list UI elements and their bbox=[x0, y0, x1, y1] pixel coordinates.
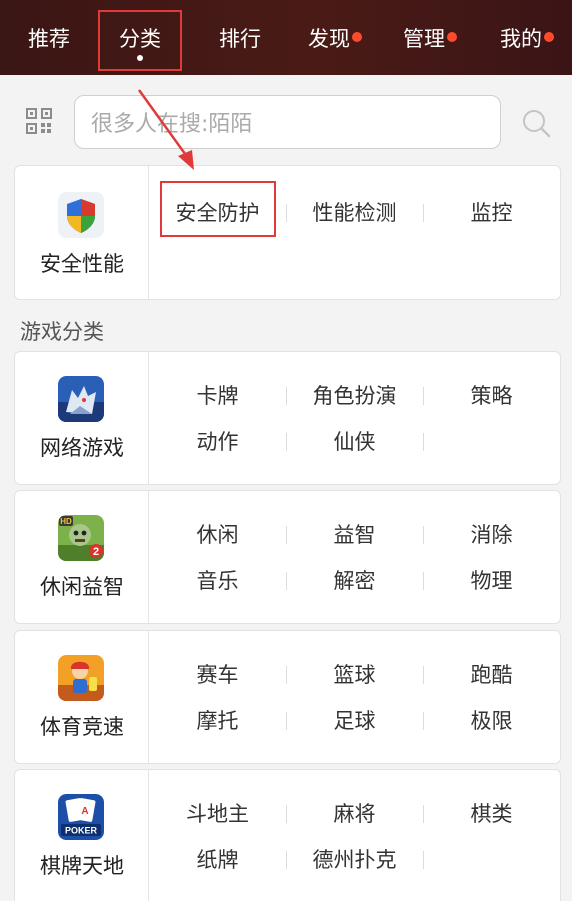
hd-badge: HD bbox=[60, 517, 72, 526]
sub-category-item[interactable]: 斗地主 bbox=[149, 799, 286, 829]
sub-category-item[interactable]: 策略 bbox=[423, 381, 560, 411]
category-label: 休闲益智 bbox=[40, 575, 124, 599]
category-cell[interactable]: 体育竞速 bbox=[15, 631, 149, 763]
sub-category-item[interactable]: 卡牌 bbox=[149, 381, 286, 411]
sub-category-item[interactable]: 足球 bbox=[286, 706, 423, 736]
tab-manage-label: 管理 bbox=[403, 26, 445, 51]
divider bbox=[423, 851, 424, 869]
sub-category-item[interactable]: 性能检测 bbox=[286, 198, 423, 228]
poker-icon: A POKER bbox=[58, 794, 104, 840]
sub-category-item[interactable]: 德州扑克 bbox=[286, 845, 423, 875]
tab-recommend-label: 推荐 bbox=[28, 26, 70, 51]
zombie-game-icon: HD 2 bbox=[58, 515, 104, 561]
tab-recommend[interactable]: 推荐 bbox=[0, 0, 98, 75]
tab-discover[interactable]: 发现 bbox=[290, 0, 380, 75]
category-label: 体育竞速 bbox=[40, 715, 124, 739]
section-title: 游戏分类 bbox=[20, 320, 104, 344]
sub-category-item[interactable]: 仙侠 bbox=[286, 427, 423, 457]
search-placeholder: 很多人在搜:陌陌 bbox=[91, 112, 253, 137]
sub-category-item[interactable]: 解密 bbox=[286, 566, 423, 596]
category-cell[interactable]: A POKER 棋牌天地 bbox=[15, 770, 149, 901]
ace-card-glyph: A bbox=[81, 806, 88, 817]
runner-game-icon bbox=[58, 655, 104, 701]
notification-dot bbox=[544, 31, 554, 42]
category-cell[interactable]: 安全性能 bbox=[15, 166, 149, 299]
security-card: 安全性能 安全防护 性能检测 监控 bbox=[14, 165, 561, 300]
highlight-box-category-tab bbox=[98, 10, 182, 71]
sub-category-item[interactable]: 麻将 bbox=[286, 799, 423, 829]
sub-category-item[interactable]: 音乐 bbox=[149, 566, 286, 596]
qr-code-icon[interactable] bbox=[25, 107, 53, 135]
category-label: 棋牌天地 bbox=[40, 854, 124, 878]
category-label: 安全性能 bbox=[40, 252, 124, 276]
sequel-number: 2 bbox=[93, 546, 99, 558]
sub-category-item[interactable]: 棋类 bbox=[423, 799, 560, 829]
notification-dot bbox=[447, 31, 457, 42]
category-cell[interactable]: 网络游戏 bbox=[15, 352, 149, 484]
sub-category-item[interactable]: 消除 bbox=[423, 520, 560, 550]
game-card-casual: HD 2 休闲益智 休闲 益智 消除 音乐 解密 物理 bbox=[14, 490, 561, 624]
category-cell[interactable]: HD 2 休闲益智 bbox=[15, 491, 149, 623]
game-card-board: A POKER 棋牌天地 斗地主 麻将 棋类 纸牌 德州扑克 bbox=[14, 769, 561, 901]
tab-ranking[interactable]: 排行 bbox=[196, 0, 284, 75]
divider bbox=[423, 433, 424, 451]
top-nav: 推荐 分类 排行 发现 管理 我的 bbox=[0, 0, 572, 75]
game-card-sports: 体育竞速 赛车 篮球 跑酷 摩托 足球 极限 bbox=[14, 630, 561, 764]
notification-dot bbox=[352, 31, 362, 42]
search-icon[interactable] bbox=[521, 108, 551, 138]
tab-manage[interactable]: 管理 bbox=[385, 0, 475, 75]
sub-category-item[interactable]: 监控 bbox=[423, 198, 560, 228]
sub-category-item[interactable]: 角色扮演 bbox=[286, 381, 423, 411]
category-label: 网络游戏 bbox=[40, 436, 124, 460]
tab-mine-label: 我的 bbox=[500, 26, 542, 51]
sub-category-item[interactable]: 益智 bbox=[286, 520, 423, 550]
search-input[interactable]: 很多人在搜:陌陌 bbox=[74, 95, 501, 149]
sub-category-item[interactable]: 跑酷 bbox=[423, 660, 560, 690]
sub-category-item[interactable]: 物理 bbox=[423, 566, 560, 596]
shield-icon bbox=[58, 192, 104, 238]
game-card-online: 网络游戏 卡牌 角色扮演 策略 动作 仙侠 bbox=[14, 351, 561, 485]
highlight-box-security bbox=[160, 181, 276, 237]
sub-category-item[interactable]: 篮球 bbox=[286, 660, 423, 690]
sub-category-item[interactable]: 赛车 bbox=[149, 660, 286, 690]
sub-category-item[interactable]: 动作 bbox=[149, 427, 286, 457]
sub-category-item[interactable]: 摩托 bbox=[149, 706, 286, 736]
wolf-game-icon bbox=[58, 376, 104, 422]
tab-mine[interactable]: 我的 bbox=[482, 0, 572, 75]
sub-category-item[interactable]: 休闲 bbox=[149, 520, 286, 550]
sub-category-item[interactable]: 纸牌 bbox=[149, 845, 286, 875]
tab-discover-label: 发现 bbox=[308, 26, 350, 51]
tab-ranking-label: 排行 bbox=[219, 26, 261, 51]
poker-wordmark: POKER bbox=[65, 826, 98, 836]
sub-category-item[interactable]: 极限 bbox=[423, 706, 560, 736]
